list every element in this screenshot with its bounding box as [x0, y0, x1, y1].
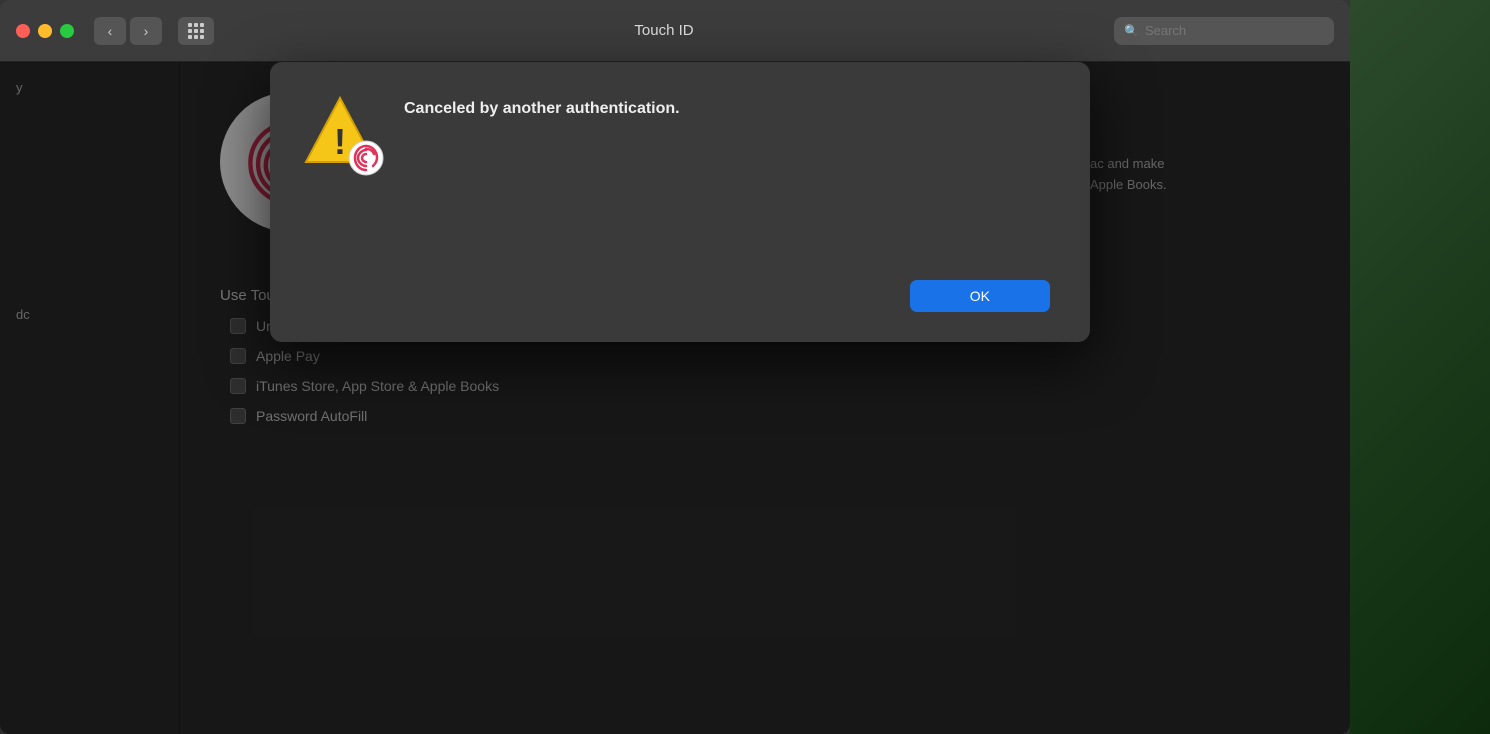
back-button[interactable]: ‹	[94, 17, 126, 45]
window-title: Touch ID	[226, 22, 1102, 39]
ok-button[interactable]: OK	[910, 280, 1050, 312]
maximize-button[interactable]	[60, 24, 74, 38]
grid-button[interactable]	[178, 17, 214, 45]
fingerprint-badge-icon	[348, 140, 384, 176]
search-input[interactable]	[1145, 23, 1324, 38]
alert-footer: OK	[300, 280, 1050, 312]
forward-button[interactable]: ›	[130, 17, 162, 45]
desktop-area	[1350, 0, 1490, 734]
alert-title: Canceled by another authentication.	[404, 100, 1050, 118]
alert-icon-area: !	[300, 92, 380, 172]
alert-text-area: Canceled by another authentication.	[404, 92, 1050, 128]
grid-icon	[188, 23, 204, 39]
traffic-lights	[16, 24, 74, 38]
svg-text:!: !	[334, 121, 346, 162]
alert-dialog: ! Canceled by another authentication. O	[270, 62, 1090, 342]
title-bar: ‹ › Touch ID 🔍	[0, 0, 1350, 62]
main-window: ‹ › Touch ID 🔍 y dc	[0, 0, 1350, 734]
close-button[interactable]	[16, 24, 30, 38]
nav-buttons: ‹ ›	[94, 17, 162, 45]
minimize-button[interactable]	[38, 24, 52, 38]
search-bar[interactable]: 🔍	[1114, 17, 1334, 45]
search-icon: 🔍	[1124, 24, 1139, 38]
alert-body: ! Canceled by another authentication.	[300, 92, 1050, 260]
